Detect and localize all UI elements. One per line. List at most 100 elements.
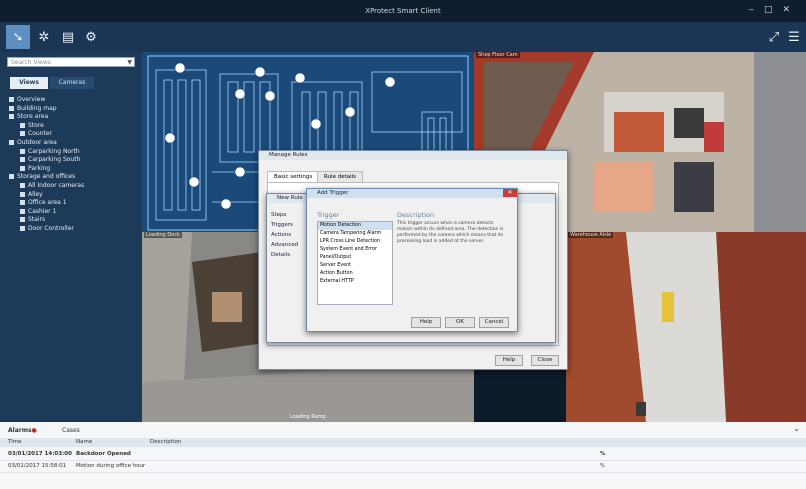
column-header[interactable]: Name [76, 438, 92, 447]
aisle-camera-pane[interactable]: Warehouse Aisle [566, 232, 806, 422]
view-icon [20, 165, 25, 171]
sidebar-tree-item[interactable]: Parking [6, 165, 140, 174]
trigger-description: This trigger occurs when a camera detect… [397, 221, 504, 244]
trigger-item[interactable]: Panel/Output [318, 254, 392, 262]
window-controls[interactable]: ‒□✕ [748, 5, 800, 15]
title-bar: XProtect Smart Client ‒□✕ [0, 0, 806, 22]
tree-item-label: Alley [28, 190, 43, 198]
sidebar-tree-item[interactable]: Counter [6, 130, 140, 139]
help-button[interactable]: Help [411, 317, 441, 328]
tree-item-label: Parking [28, 164, 51, 172]
sidebar-tree-item[interactable]: Stairs [6, 216, 140, 225]
table-row[interactable]: 03/01/2017 14:03:00 Backdoor Opened % [0, 449, 806, 461]
view-icon [20, 131, 25, 137]
trigger-item[interactable]: Server Event [318, 262, 392, 270]
tab-views[interactable]: Views [10, 77, 48, 89]
playback-icon[interactable]: ✲ [32, 25, 56, 49]
tree-item-label: Store [28, 121, 44, 129]
trigger-heading: Trigger [317, 211, 340, 219]
row-name: Motion during office hour [76, 463, 146, 469]
column-header[interactable]: Description [150, 438, 181, 447]
sidebar-tree-item[interactable]: Overview [6, 96, 140, 105]
aisle-camera-image [566, 232, 806, 422]
tree-item-label: Store area [17, 113, 49, 121]
tree-item-label: Office area 1 [28, 199, 67, 207]
step-item[interactable]: Actions [271, 230, 301, 240]
camera-caption: Loading Ramp [290, 414, 326, 420]
window-title: XProtect Smart Client [365, 7, 441, 15]
camera-label: Warehouse Aisle [568, 232, 614, 238]
sidebar-tree-item[interactable]: Outdoor area [6, 139, 140, 148]
export-icon[interactable]: ▤ [56, 25, 80, 49]
trigger-item[interactable]: LPR Cross Line Detection [318, 238, 392, 246]
tree-item-label: Building map [17, 104, 57, 112]
trigger-item[interactable]: Motion Detection [318, 222, 392, 230]
column-header[interactable]: Time [8, 438, 21, 447]
trigger-item[interactable]: External HTTP [318, 278, 392, 286]
step-item[interactable]: Triggers [271, 220, 301, 230]
sidebar-tree-item[interactable]: Door Controller [6, 225, 140, 234]
sidebar-tree-item[interactable]: Cashier 1 [6, 208, 140, 217]
sidebar: Search Views ▼ Views Cameras Overview Bui… [0, 52, 142, 472]
alert-badge: ● [31, 427, 37, 434]
folder-icon [9, 174, 14, 180]
tab-cameras[interactable]: Cameras [50, 77, 94, 89]
sidebar-tree-item[interactable]: Carparking South [6, 156, 140, 165]
row-time: 03/01/2017 15:58:01 [8, 463, 67, 469]
live-icon[interactable]: ➘ [6, 25, 30, 49]
folder-icon [9, 114, 14, 120]
tab-cases[interactable]: Cases [62, 426, 80, 436]
cancel-button[interactable]: Cancel [479, 317, 509, 328]
tree-item-label: Outdoor area [17, 138, 57, 146]
tree-item-label: Storage and offices [17, 173, 76, 181]
close-button[interactable]: Close [531, 355, 559, 366]
step-item[interactable]: Steps [271, 210, 301, 220]
folder-icon [9, 139, 14, 145]
trigger-item[interactable]: Camera Tampering Alarm [318, 230, 392, 238]
sidebar-tree-item[interactable]: Alley [6, 191, 140, 200]
close-icon[interactable]: ✕ [503, 189, 517, 197]
alarm-panel: Alarms● Cases ⌄ Time Name Description 03… [0, 422, 806, 489]
camera-label: Loading Dock [144, 232, 182, 238]
trigger-item[interactable]: Action Button [318, 270, 392, 278]
tree-item-label: Counter [28, 130, 52, 138]
dialog-title: Add Trigger [307, 189, 517, 198]
folder-icon [9, 105, 14, 111]
tree-item-label: All Indoor cameras [28, 181, 85, 189]
view-icon [20, 225, 25, 231]
view-icon [20, 122, 25, 128]
view-icon [20, 182, 25, 188]
tree-item-label: Overview [17, 96, 46, 103]
sidebar-tree-item[interactable]: Store area [6, 113, 140, 122]
tree-item-label: Carparking North [28, 147, 80, 155]
tree-item-label: Carparking South [28, 156, 81, 164]
step-item[interactable]: Details [271, 250, 301, 260]
sidebar-tree-item[interactable]: All Indoor cameras [6, 182, 140, 191]
dialog-title: Manage Rules [259, 151, 567, 160]
view-icon [20, 208, 25, 214]
sidebar-tree-item[interactable]: Building map [6, 105, 140, 114]
row-time: 03/01/2017 14:03:00 [8, 451, 72, 457]
wizard-steps: Steps Triggers Actions Advanced Details [271, 210, 301, 260]
sidebar-tree-item[interactable]: Store [6, 122, 140, 131]
table-row[interactable]: 03/01/2017 15:58:01 Motion during office… [0, 461, 806, 473]
tab-alarms[interactable]: Alarms● [8, 426, 37, 436]
sidebar-tree-item[interactable]: Storage and offices [6, 173, 140, 182]
setup-icon[interactable]: ⚙ [79, 25, 103, 49]
chevron-down-icon[interactable]: ▼ [127, 58, 132, 68]
menu-icon[interactable]: ☰ [782, 25, 806, 49]
folder-icon [9, 97, 14, 102]
tree-item-label: Door Controller [28, 224, 74, 232]
trigger-item[interactable]: System Event and Error [318, 246, 392, 254]
tree-item-label: Stairs [28, 216, 46, 224]
step-item[interactable]: Advanced [271, 240, 301, 250]
help-button[interactable]: Help [495, 355, 523, 366]
ok-button[interactable]: OK [445, 317, 475, 328]
sidebar-tree-item[interactable]: Carparking North [6, 148, 140, 157]
search-input[interactable]: Search Views ▼ [7, 57, 135, 67]
tree-item-label: Cashier 1 [28, 207, 57, 215]
sidebar-tree-item[interactable]: Office area 1 [6, 199, 140, 208]
trigger-list: Motion Detection Camera Tampering Alarm … [317, 221, 393, 305]
row-marker: % [600, 463, 605, 469]
chevron-down-icon[interactable]: ⌄ [793, 424, 800, 433]
